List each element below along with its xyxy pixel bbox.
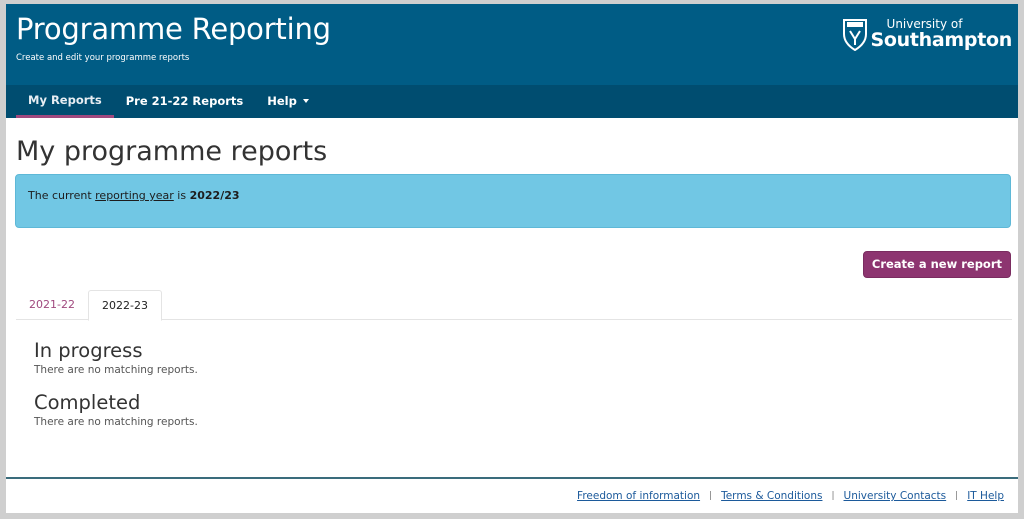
tab-2021-22[interactable]: 2021-22 xyxy=(16,290,88,320)
masthead: Programme Reporting Create and edit your… xyxy=(6,4,1018,85)
university-logo[interactable]: University of Southampton xyxy=(842,17,1012,51)
year-tabs: 2021-22 2022-23 xyxy=(16,290,1012,321)
in-progress-empty-text: There are no matching reports. xyxy=(34,364,198,376)
university-crest-icon xyxy=(842,19,867,51)
footer-link-university-contacts[interactable]: University Contacts xyxy=(844,490,947,502)
reporting-year-link[interactable]: reporting year xyxy=(95,189,174,202)
nav-pre-21-22-reports[interactable]: Pre 21-22 Reports xyxy=(114,85,256,118)
footer-link-terms[interactable]: Terms & Conditions xyxy=(721,490,822,502)
footer-link-it-help[interactable]: IT Help xyxy=(967,490,1004,502)
app-subtitle: Create and edit your programme reports xyxy=(16,53,190,63)
in-progress-heading: In progress xyxy=(34,339,143,362)
footer-separator: | xyxy=(831,491,835,501)
footer-divider xyxy=(6,477,1018,479)
nav-my-reports[interactable]: My Reports xyxy=(16,85,114,118)
create-report-button[interactable]: Create a new report xyxy=(862,251,1011,278)
page-title: My programme reports xyxy=(16,136,328,167)
alert-middle: is xyxy=(173,189,190,202)
alert-prefix: The current xyxy=(28,189,96,202)
reporting-year-value: 2022/23 xyxy=(189,189,240,202)
logo-line2: Southampton xyxy=(870,29,1013,51)
nav-help-label: Help xyxy=(267,94,297,108)
app-title: Programme Reporting xyxy=(16,12,331,46)
page: Programme Reporting Create and edit your… xyxy=(6,4,1018,513)
nav-help[interactable]: Help xyxy=(255,85,321,118)
footer-separator: | xyxy=(955,491,959,501)
reporting-year-alert: The current reporting year is 2022/23 xyxy=(15,174,1011,228)
footer-separator: | xyxy=(709,491,713,501)
footer-links: Freedom of information | Terms & Conditi… xyxy=(577,490,1004,502)
completed-heading: Completed xyxy=(34,391,141,414)
main-nav: My Reports Pre 21-22 Reports Help xyxy=(6,85,1018,118)
footer-link-freedom-of-information[interactable]: Freedom of information xyxy=(577,490,700,502)
tab-2022-23[interactable]: 2022-23 xyxy=(88,290,162,321)
completed-empty-text: There are no matching reports. xyxy=(34,416,198,428)
caret-down-icon xyxy=(302,98,309,103)
